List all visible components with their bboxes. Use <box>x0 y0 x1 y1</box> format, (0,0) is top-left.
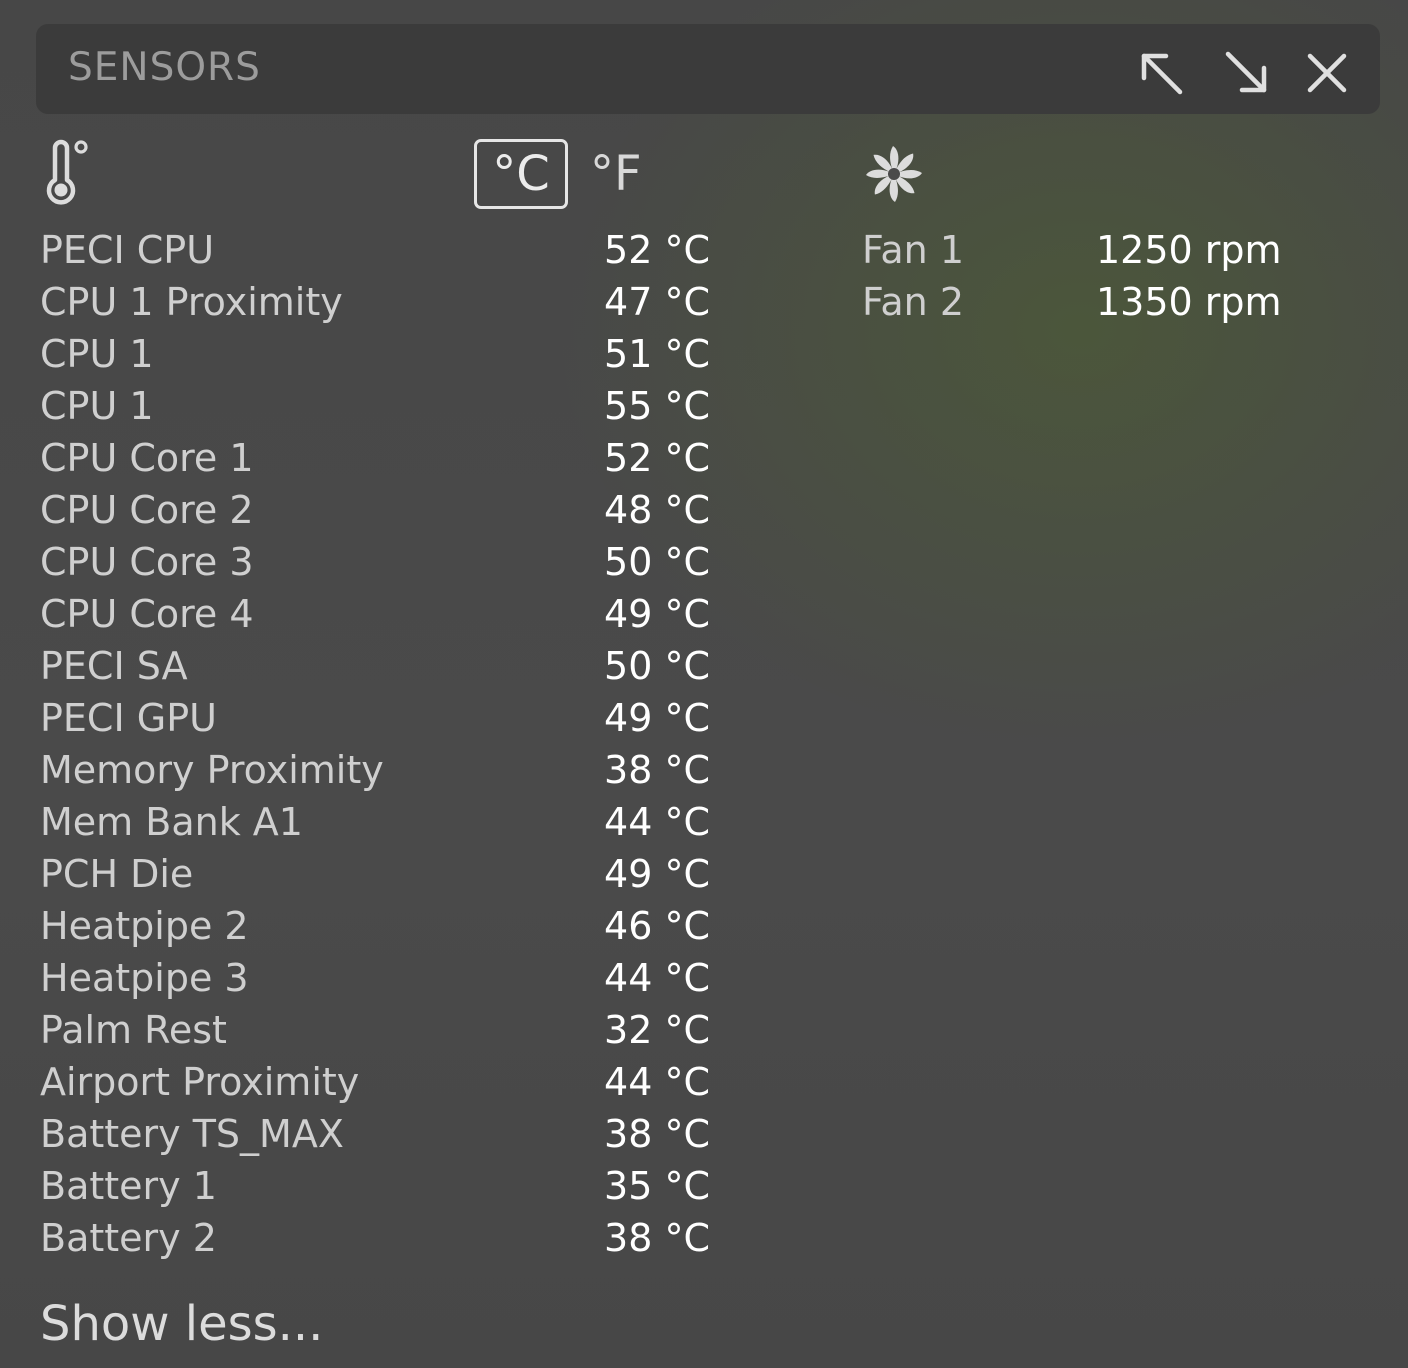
sensor-value: 38 °C <box>604 748 710 792</box>
sensor-name: Battery 1 <box>40 1164 217 1208</box>
sensor-value: 50 °C <box>604 540 710 584</box>
sensor-row: CPU Core 4 49 °C <box>40 588 710 640</box>
sensor-row: CPU Core 1 52 °C <box>40 432 710 484</box>
fan-speed: 1250 rpm <box>1096 228 1282 272</box>
sensor-row: PCH Die 49 °C <box>40 848 710 900</box>
close-button[interactable] <box>1302 48 1352 98</box>
sensor-value: 46 °C <box>604 904 710 948</box>
sensor-name: CPU Core 2 <box>40 488 254 532</box>
fan-icon <box>866 146 922 202</box>
sensor-row: PECI CPU 52 °C <box>40 224 710 276</box>
sensor-name: CPU Core 3 <box>40 540 254 584</box>
sensor-value: 55 °C <box>604 384 710 428</box>
sensor-value: 49 °C <box>604 592 710 636</box>
sensor-row: PECI GPU 49 °C <box>40 692 710 744</box>
sensor-value: 44 °C <box>604 800 710 844</box>
sensor-value: 38 °C <box>604 1112 710 1156</box>
sensor-name: Memory Proximity <box>40 748 384 792</box>
fan-name: Fan 1 <box>862 228 964 272</box>
sensor-row: CPU Core 3 50 °C <box>40 536 710 588</box>
sensor-name: Mem Bank A1 <box>40 800 303 844</box>
sensor-value: 35 °C <box>604 1164 710 1208</box>
sensor-name: Battery TS_MAX <box>40 1112 344 1156</box>
sensor-name: CPU Core 4 <box>40 592 254 636</box>
expand-down-right-icon <box>1225 51 1267 93</box>
fan-name: Fan 2 <box>862 280 964 324</box>
sensor-row: Battery 2 38 °C <box>40 1212 710 1264</box>
close-icon <box>1307 53 1347 93</box>
sensor-value: 49 °C <box>604 852 710 896</box>
sensor-value: 49 °C <box>604 696 710 740</box>
fan-list: Fan 1 1250 rpm Fan 2 1350 rpm <box>862 224 1282 328</box>
sensor-row: CPU 1 Proximity 47 °C <box>40 276 710 328</box>
panel-title: SENSORS <box>68 45 261 90</box>
fan-speed: 1350 rpm <box>1096 280 1282 324</box>
panel-header: SENSORS <box>36 24 1380 114</box>
sensor-name: Airport Proximity <box>40 1060 360 1104</box>
sensor-name: CPU 1 <box>40 384 154 428</box>
sensor-name: CPU 1 Proximity <box>40 280 343 324</box>
sensor-name: Heatpipe 3 <box>40 956 249 1000</box>
sensor-row: Battery 1 35 °C <box>40 1160 710 1212</box>
sensor-value: 52 °C <box>604 228 710 272</box>
sensor-value: 44 °C <box>604 956 710 1000</box>
sensor-name: PCH Die <box>40 852 194 896</box>
sensor-name: Heatpipe 2 <box>40 904 249 948</box>
thermometer-icon <box>46 139 88 205</box>
sensor-name: PECI CPU <box>40 228 215 272</box>
sensor-value: 51 °C <box>604 332 710 376</box>
sensor-name: CPU Core 1 <box>40 436 254 480</box>
sensor-value: 48 °C <box>604 488 710 532</box>
sensor-row: Heatpipe 3 44 °C <box>40 952 710 1004</box>
fan-row: Fan 2 1350 rpm <box>862 276 1282 328</box>
sensor-row: PECI SA 50 °C <box>40 640 710 692</box>
sensor-row: Heatpipe 2 46 °C <box>40 900 710 952</box>
fahrenheit-toggle[interactable]: °F <box>590 142 642 206</box>
sensor-value: 38 °C <box>604 1216 710 1260</box>
sensor-name: PECI SA <box>40 644 188 688</box>
sensor-value: 44 °C <box>604 1060 710 1104</box>
temperature-list: PECI CPU 52 °C CPU 1 Proximity 47 °C CPU 1 51… <box>40 224 710 1264</box>
sensor-value: 32 °C <box>604 1008 710 1052</box>
sensor-name: CPU 1 <box>40 332 154 376</box>
expand-up-left-button[interactable] <box>1136 48 1186 98</box>
sensor-row: Mem Bank A1 44 °C <box>40 796 710 848</box>
sensor-row: CPU 1 55 °C <box>40 380 710 432</box>
sensor-value: 50 °C <box>604 644 710 688</box>
sensors-panel: SENSORS °C °F PECI CPU 52 °C CPU 1 Proxi… <box>0 0 1408 1368</box>
sensor-name: PECI GPU <box>40 696 217 740</box>
sensor-row: Memory Proximity 38 °C <box>40 744 710 796</box>
sensor-row: Palm Rest 32 °C <box>40 1004 710 1056</box>
sensor-value: 47 °C <box>604 280 710 324</box>
sensor-row: Airport Proximity 44 °C <box>40 1056 710 1108</box>
expand-down-right-button[interactable] <box>1222 48 1272 98</box>
sensor-name: Palm Rest <box>40 1008 227 1052</box>
sensor-row: CPU Core 2 48 °C <box>40 484 710 536</box>
celsius-toggle[interactable]: °C <box>474 139 568 209</box>
expand-up-left-icon <box>1141 53 1183 95</box>
sensor-row: CPU 1 51 °C <box>40 328 710 380</box>
sensor-name: Battery 2 <box>40 1216 217 1260</box>
show-less-link[interactable]: Show less... <box>40 1292 323 1356</box>
fan-row: Fan 1 1250 rpm <box>862 224 1282 276</box>
sensor-row: Battery TS_MAX 38 °C <box>40 1108 710 1160</box>
sensor-value: 52 °C <box>604 436 710 480</box>
